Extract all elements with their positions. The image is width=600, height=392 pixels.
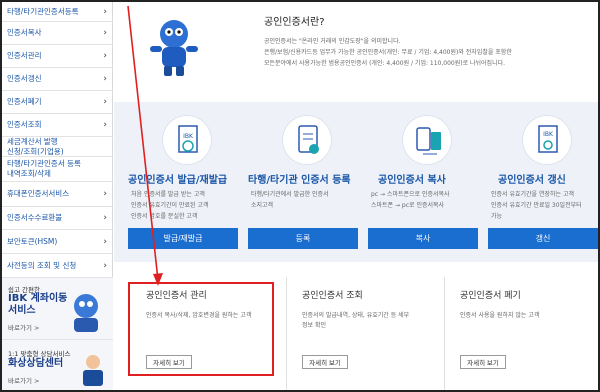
- sidebar-item-cert-inquiry[interactable]: 인증서조회 ›: [2, 114, 113, 137]
- card-desc: 타행/타기관에서 발급한 인증서: [251, 191, 329, 198]
- card-title: 공인인증서 갱신: [498, 175, 566, 186]
- divider: [444, 277, 445, 390]
- card-renew: IBK 공인인증서 갱신 인증서 유효기간을 연장하는 고객 인증서 유효기간 …: [488, 115, 598, 250]
- sidebar-item-label: 타행/타기관인증서 등록 내역조회/삭제: [7, 159, 81, 178]
- sidebar-item-label: 인증서복사: [7, 28, 42, 37]
- page-title: 공인인증서란?: [264, 17, 325, 28]
- copy-button[interactable]: 복사: [368, 228, 478, 249]
- sidebar-item-label: 인증서갱신: [7, 74, 42, 83]
- mascot-icon: [74, 294, 98, 332]
- card-desc: 처음 인증서를 발급 받는 고객: [131, 191, 205, 198]
- chevron-right-icon: ›: [103, 120, 107, 130]
- highlight-box: [128, 282, 274, 376]
- sidebar-item-label: 인증서관리: [7, 51, 42, 60]
- sidebar-item-cert-copy[interactable]: 인증서복사 ›: [2, 22, 113, 45]
- chevron-right-icon: ›: [103, 97, 107, 107]
- intro-text: 은행/보험/신용카드등 업무가 가능한 공인인증서(개인: 무료 / 기업: 4…: [264, 49, 512, 56]
- sidebar-item-cert-renew[interactable]: 인증서갱신 ›: [2, 68, 113, 91]
- banner-link[interactable]: 바로가기 >: [8, 322, 39, 332]
- person-icon: [83, 355, 103, 386]
- sidebar-item-fee-refund[interactable]: 인증서수수료환불 ›: [2, 207, 113, 230]
- svg-text:IBK: IBK: [543, 131, 554, 138]
- sidebar-item-cert-manage[interactable]: 인증서관리 ›: [2, 45, 113, 68]
- sidebar-item-label: 사전등의 조회 및 신청: [7, 260, 77, 270]
- card-copy: 공인인증서 복사 pc → 스마트폰으로 인증서복사 스마트폰 → pc로 인증…: [368, 115, 478, 250]
- section-title: 공인인증서 폐기: [460, 291, 521, 301]
- cert-renew-icon: IBK: [522, 115, 572, 165]
- sidebar-item-label: 인증서수수료환불: [7, 213, 63, 222]
- sidebar-item-mobile-cert[interactable]: 휴대폰인증서서비스 ›: [2, 182, 113, 207]
- sidebar-nav: 타행/타기관인증서등록 › 인증서복사 › 인증서관리 › 인증서갱신 › 인증서폐기 ›…: [2, 2, 113, 390]
- card-desc: 소지고객: [251, 202, 274, 209]
- section-title: 공인인증서 조회: [302, 291, 363, 301]
- register-button[interactable]: 등록: [248, 228, 358, 249]
- chevron-right-icon: ›: [103, 213, 107, 223]
- banner-subtitle: 1:1 맞춤형 상담서비스: [8, 350, 71, 358]
- inquiry-detail-button[interactable]: 자세히 보기: [302, 355, 348, 369]
- banner-title: 화상상담센터: [8, 358, 64, 369]
- chevron-right-icon: ›: [103, 236, 107, 247]
- card-desc: 인증서 암호를 분실한 고객: [131, 213, 198, 220]
- chevron-right-icon: ›: [103, 189, 107, 199]
- card-title: 공인인증서 발급/재발급: [128, 175, 228, 186]
- sidebar-item-hsm[interactable]: 보안토큰(HSM) ›: [2, 230, 113, 254]
- renew-button[interactable]: 갱신: [488, 228, 598, 249]
- card-desc: 가능: [491, 213, 503, 220]
- intro-text: 공인인증서는 "온라인 거래의 인감도장"을 의미합니다.: [264, 38, 401, 45]
- sidebar-item-label: 보안토큰(HSM): [7, 236, 58, 246]
- section-desc: 정보 확인: [302, 322, 326, 329]
- cert-issue-icon: IBK: [162, 115, 212, 165]
- sidebar-item-label: 타행/타기관인증서등록: [7, 6, 79, 16]
- section-cert-inquiry: 공인인증서 조회 인증서의 발급내역, 상태, 유효기간 등 세부 정보 확인 …: [302, 272, 442, 390]
- divider: [286, 277, 287, 390]
- sidebar-item-tax-invoice[interactable]: 세금계산서 발행 신청/조회(기업용): [2, 137, 113, 157]
- cert-copy-icon: [402, 115, 452, 165]
- cert-register-icon: [282, 115, 332, 165]
- sidebar-item-label: 인증서폐기: [7, 97, 42, 106]
- card-desc: 인증서 유효기간 만료일 30일전부터: [491, 202, 582, 209]
- chevron-right-icon: ›: [103, 28, 107, 38]
- chevron-right-icon: ›: [103, 51, 107, 61]
- revoke-detail-button[interactable]: 자세히 보기: [460, 355, 506, 369]
- banner-video-consult[interactable]: 1:1 맞춤형 상담서비스 화상상담센터 바로가기 >: [2, 340, 113, 390]
- card-desc: 인증서 유효기간이 만료된 고객: [131, 202, 209, 209]
- card-desc: 스마트폰 → pc로 인증서복사: [371, 202, 445, 209]
- chevron-right-icon: ›: [103, 6, 107, 17]
- section-desc: 인증서의 발급내역, 상태, 유효기간 등 세부: [302, 312, 410, 319]
- section-cert-revoke: 공인인증서 폐기 인증서 사용을 원하지 않는 고객 자세히 보기: [460, 272, 590, 390]
- sidebar-item-prior-consent[interactable]: 사전등의 조회 및 신청 ›: [2, 254, 113, 278]
- banner-account-transfer[interactable]: 쉽고 간편한 IBK 계좌이동 서비스 바로가기 >: [2, 278, 113, 340]
- sidebar-item-other-cert-history[interactable]: 타행/타기관인증서 등록 내역조회/삭제: [2, 157, 113, 182]
- mascot-icon: [150, 20, 198, 76]
- sidebar-item-label: 휴대폰인증서서비스: [7, 189, 70, 198]
- svg-text:IBK: IBK: [183, 133, 194, 140]
- card-desc: 인증서 유효기간을 연장하는 고객: [491, 191, 575, 198]
- banner-link[interactable]: 바로가기 >: [8, 375, 39, 385]
- chevron-right-icon: ›: [103, 74, 107, 84]
- card-desc: pc → 스마트폰으로 인증서복사: [371, 191, 450, 198]
- chevron-right-icon: ›: [103, 260, 107, 271]
- sidebar-item-other-cert-register[interactable]: 타행/타기관인증서등록 ›: [2, 2, 113, 22]
- banner-title-2: 서비스: [8, 305, 36, 316]
- page-frame: 타행/타기관인증서등록 › 인증서복사 › 인증서관리 › 인증서갱신 › 인증서폐기 ›…: [0, 0, 600, 392]
- issue-button[interactable]: 발급/재발급: [128, 228, 238, 249]
- intro-text: 모든분야에서 사용가능한 범용공인인증서 (개인: 4,400원 / 기업: 1…: [264, 60, 506, 67]
- sidebar-item-label: 세금계산서 발행 신청/조회(기업용): [7, 136, 64, 156]
- card-title: 타행/타기관 인증서 등록: [248, 175, 351, 186]
- card-issue: IBK 공인인증서 발급/재발급 처음 인증서를 발급 받는 고객 인증서 유효…: [128, 115, 238, 250]
- sidebar-item-cert-revoke[interactable]: 인증서폐기 ›: [2, 91, 113, 114]
- section-desc: 인증서 사용을 원하지 않는 고객: [460, 312, 540, 319]
- sidebar-item-label: 인증서조회: [7, 120, 42, 129]
- banner-title: IBK 계좌이동: [8, 293, 68, 304]
- card-register: 타행/타기관 인증서 등록 타행/타기관에서 발급한 인증서 소지고객 등록: [248, 115, 358, 250]
